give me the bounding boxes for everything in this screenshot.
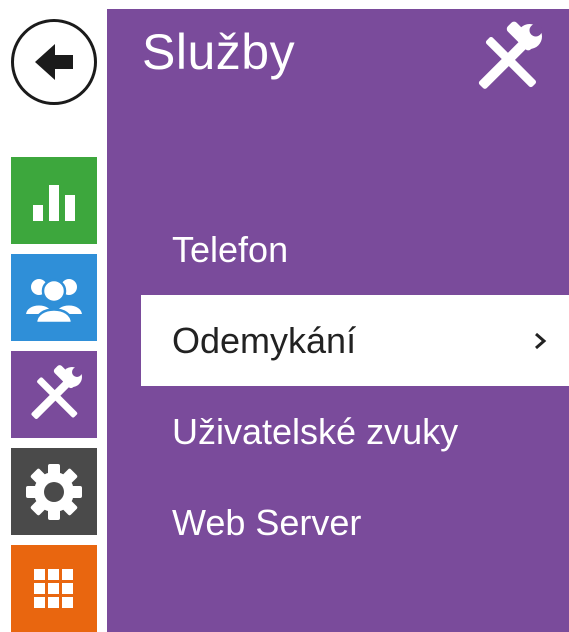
menu-item-label: Web Server bbox=[172, 501, 362, 543]
menu-item-uzivatelske-zvuky[interactable]: Uživatelské zvuky bbox=[107, 386, 569, 477]
menu-item-label: Telefon bbox=[172, 228, 289, 270]
menu-item-telefon[interactable]: Telefon bbox=[107, 204, 569, 295]
nav-status-tile[interactable] bbox=[11, 157, 97, 244]
services-menu: Telefon Odemykání Uživatelské zvuky Web … bbox=[107, 204, 569, 568]
menu-item-label: Odemykání bbox=[172, 319, 357, 361]
users-icon bbox=[23, 276, 85, 324]
menu-item-label: Uživatelské zvuky bbox=[172, 410, 459, 452]
nav-apps-tile[interactable] bbox=[11, 545, 97, 632]
nav-users-tile[interactable] bbox=[11, 254, 97, 341]
page-title: Služby bbox=[142, 24, 296, 80]
menu-item-web-server[interactable]: Web Server bbox=[107, 477, 569, 568]
bar-chart-icon bbox=[33, 184, 75, 221]
nav-settings-tile[interactable] bbox=[11, 448, 97, 535]
gear-icon bbox=[26, 463, 82, 520]
back-button[interactable] bbox=[11, 19, 97, 105]
menu-item-odemykani[interactable]: Odemykání bbox=[141, 295, 569, 386]
tools-icon bbox=[478, 21, 542, 89]
grid-icon bbox=[34, 568, 73, 608]
nav-services-tile[interactable] bbox=[11, 351, 97, 438]
services-panel: Služby Telefon Odemykání Uživatelské zvu… bbox=[107, 9, 569, 632]
arrow-left-icon bbox=[35, 44, 73, 80]
tools-icon bbox=[31, 364, 82, 419]
chevron-right-icon bbox=[535, 332, 547, 349]
